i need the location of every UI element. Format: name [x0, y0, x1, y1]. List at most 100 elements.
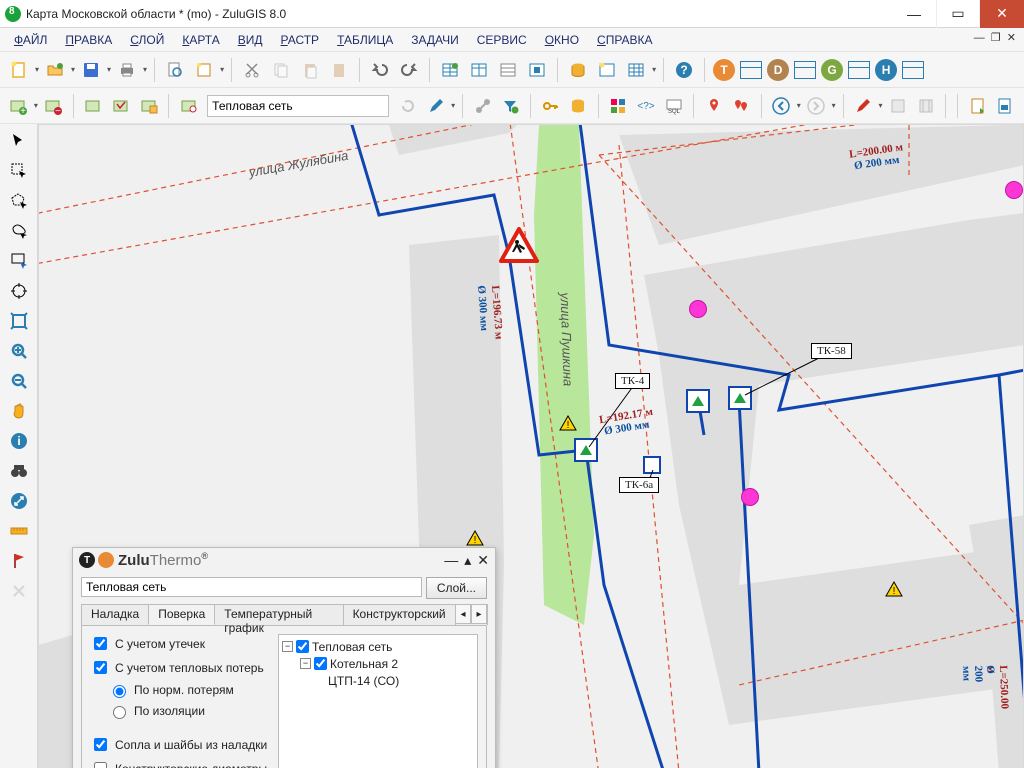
edit-pencil-icon[interactable] — [423, 93, 448, 119]
layer-c-icon[interactable] — [136, 93, 161, 119]
reload-layer-icon[interactable] — [395, 93, 420, 119]
tab-scroll-left[interactable]: ◂ — [455, 604, 471, 624]
menu-edit[interactable]: ПРАВКА — [65, 33, 112, 47]
close-button[interactable]: ✕ — [980, 0, 1024, 28]
module-t-icon[interactable]: T — [713, 59, 735, 81]
tab-temp-graph[interactable]: Температурный график — [214, 604, 343, 625]
rb-iso[interactable]: По изоляции — [108, 703, 270, 719]
select-rect-icon[interactable] — [8, 160, 30, 182]
help-icon[interactable]: ? — [671, 57, 697, 83]
open-icon[interactable] — [42, 57, 68, 83]
panel-expand-icon[interactable]: ▴ — [464, 552, 471, 569]
layer-a-icon[interactable] — [81, 93, 106, 119]
maximize-button[interactable]: ▭ — [936, 0, 980, 28]
module-d2-icon[interactable] — [794, 61, 816, 79]
extent-icon[interactable] — [8, 310, 30, 332]
nav-fwd-icon[interactable] — [804, 93, 829, 119]
menu-tasks[interactable]: ЗАДАЧИ — [411, 33, 458, 47]
overlay2-icon[interactable] — [913, 93, 938, 119]
table2-icon[interactable] — [466, 57, 492, 83]
print-preview-icon[interactable] — [162, 57, 188, 83]
db-icon[interactable] — [565, 57, 591, 83]
print-icon[interactable] — [114, 57, 140, 83]
module-d-icon[interactable]: D — [767, 59, 789, 81]
menu-view[interactable]: ВИД — [238, 33, 263, 47]
info-icon[interactable]: i — [8, 430, 30, 452]
overlay1-icon[interactable] — [885, 93, 910, 119]
table1-icon[interactable] — [437, 57, 463, 83]
mdi-buttons[interactable]: — ❐ ✕ — [974, 31, 1016, 44]
last-tool-icon[interactable] — [8, 580, 30, 602]
pin-icon[interactable] — [701, 93, 726, 119]
module-g2-icon[interactable] — [848, 61, 870, 79]
export-doc-icon[interactable] — [965, 93, 990, 119]
paste-special-icon[interactable] — [326, 57, 352, 83]
nav-back-icon[interactable] — [769, 93, 794, 119]
save-icon[interactable] — [78, 57, 104, 83]
paste-icon[interactable] — [297, 57, 323, 83]
binoc-icon[interactable] — [8, 460, 30, 482]
panel-close-icon[interactable]: ✕ — [477, 552, 489, 569]
menu-raster[interactable]: РАСТР — [281, 33, 320, 47]
cb-loss[interactable]: С учетом тепловых потерь — [90, 658, 270, 677]
module-g-icon[interactable]: G — [821, 59, 843, 81]
tab-poverka[interactable]: Поверка — [148, 604, 215, 625]
menu-map[interactable]: КАРТА — [182, 33, 219, 47]
minimize-button[interactable]: — — [892, 0, 936, 28]
module-h-icon[interactable]: H — [875, 59, 897, 81]
menu-window[interactable]: ОКНО — [545, 33, 579, 47]
red-pencil-icon[interactable] — [851, 93, 876, 119]
tab-naladka[interactable]: Наладка — [81, 604, 149, 625]
panel-minimize-icon[interactable]: — — [444, 552, 458, 569]
select-poly-icon[interactable] — [8, 190, 30, 212]
newtable-icon[interactable] — [594, 57, 620, 83]
pointer-icon[interactable] — [8, 130, 30, 152]
cb-leaks[interactable]: С учетом утечек — [90, 634, 270, 653]
export-map-icon[interactable] — [993, 93, 1018, 119]
filter-icon[interactable] — [498, 93, 523, 119]
active-layer-input[interactable] — [207, 95, 389, 117]
cb-diam[interactable]: Конструкторские диаметры — [90, 759, 270, 768]
rb-norm[interactable]: По норм. потерям — [108, 682, 270, 698]
panel-layer-button[interactable]: Слой... — [426, 577, 487, 599]
new-map-icon[interactable] — [191, 57, 217, 83]
select-lasso-icon[interactable] — [8, 220, 30, 242]
pin2-icon[interactable] — [729, 93, 754, 119]
layer-add-icon[interactable]: + — [6, 93, 31, 119]
module-h2-icon[interactable] — [902, 61, 924, 79]
tab-scroll-right[interactable]: ▸ — [471, 604, 487, 624]
zoom-in-icon[interactable] — [8, 340, 30, 362]
panel-layer-input[interactable] — [81, 577, 422, 597]
flag-icon[interactable] — [8, 550, 30, 572]
zoom-out-icon[interactable] — [8, 370, 30, 392]
cb-nozzle[interactable]: Сопла и шайбы из наладки — [90, 735, 270, 754]
cut-icon[interactable] — [239, 57, 265, 83]
table3-icon[interactable] — [495, 57, 521, 83]
db2-icon[interactable] — [566, 93, 591, 119]
tab-design[interactable]: Конструкторский — [343, 604, 456, 625]
pan-hand-icon[interactable] — [8, 400, 30, 422]
trace-icon[interactable] — [470, 93, 495, 119]
layer-tree[interactable]: −Тепловая сеть −Котельная 2 ЦТП-14 (СО) — [278, 634, 478, 768]
key-icon[interactable] — [538, 93, 563, 119]
menu-file[interactable]: ФАЙЛ — [14, 33, 47, 47]
select-rect2-icon[interactable] — [8, 250, 30, 272]
table5-icon[interactable] — [623, 57, 649, 83]
menu-service[interactable]: СЕРВИС — [477, 33, 527, 47]
ruler-icon[interactable] — [8, 520, 30, 542]
table4-icon[interactable] — [524, 57, 550, 83]
redo-icon[interactable] — [396, 57, 422, 83]
link-icon[interactable] — [8, 490, 30, 512]
undo-icon[interactable] — [367, 57, 393, 83]
new-icon[interactable] — [6, 57, 32, 83]
menu-layer[interactable]: СЛОЙ — [130, 33, 164, 47]
target-icon[interactable] — [8, 280, 30, 302]
blocks1-icon[interactable] — [606, 93, 631, 119]
sql-icon[interactable]: SQL — [661, 93, 686, 119]
layer-remove-icon[interactable]: − — [41, 93, 66, 119]
layer-b-icon[interactable] — [109, 93, 134, 119]
module-t2-icon[interactable] — [740, 61, 762, 79]
copy-icon[interactable] — [268, 57, 294, 83]
menu-table[interactable]: ТАБЛИЦА — [337, 33, 393, 47]
code-icon[interactable]: <?> — [633, 93, 658, 119]
